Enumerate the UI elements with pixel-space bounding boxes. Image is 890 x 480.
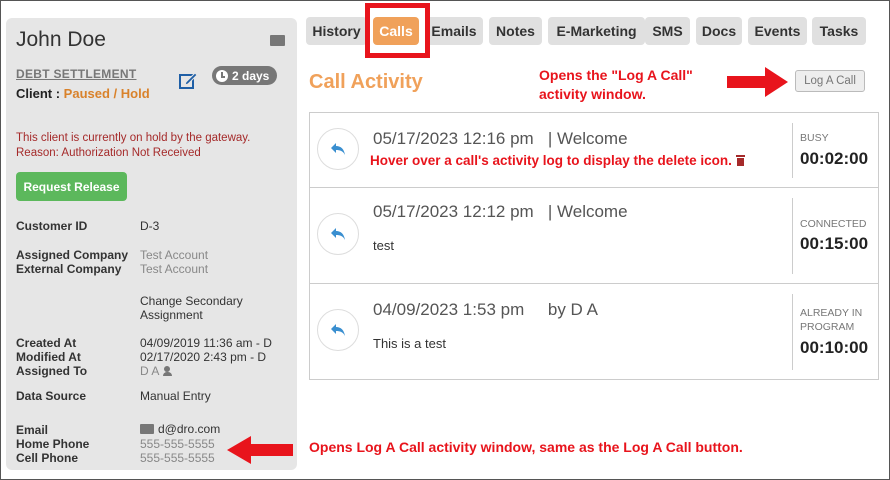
customer-id-label: Customer ID <box>16 219 88 233</box>
call-entry[interactable]: 04/09/2023 1:53 pm by D A This is a test… <box>310 284 878 380</box>
call-datetime: 05/17/2023 12:12 pm <box>373 202 534 221</box>
data-source-value: Manual Entry <box>140 389 211 403</box>
cell-phone-link[interactable]: 555-555-5555 <box>140 451 215 465</box>
client-status-value: Paused / Hold <box>63 86 150 101</box>
reply-icon[interactable] <box>317 213 359 255</box>
modified-at-value: 02/17/2020 2:43 pm - D <box>140 350 267 364</box>
call-duration: 00:10:00 <box>800 338 869 357</box>
annotation-log-call: Opens the "Log A Call" activity window. <box>539 66 693 104</box>
email-text[interactable]: d@dro.com <box>158 422 220 436</box>
client-name: John Doe <box>16 28 106 51</box>
program-link[interactable]: DEBT SETTLEMENT <box>16 67 137 81</box>
edit-icon[interactable] <box>178 70 198 90</box>
call-header: 05/17/2023 12:12 pm | Welcome <box>373 202 628 222</box>
call-subject: | Welcome <box>547 129 628 148</box>
data-source-label: Data Source <box>16 389 87 403</box>
call-header: 05/17/2023 12:16 pm | Welcome <box>373 129 628 149</box>
created-at-label: Created At <box>16 336 77 350</box>
reply-icon[interactable] <box>317 128 359 170</box>
envelope-icon[interactable] <box>270 35 285 46</box>
call-subject: | Welcome <box>547 202 628 221</box>
call-duration: 00:15:00 <box>800 234 869 253</box>
divider <box>792 294 793 370</box>
home-phone-link[interactable]: 555-555-5555 <box>140 437 215 451</box>
annotation-log-call-line2: activity window. <box>539 86 646 102</box>
assigned-to-name: D A <box>140 364 160 378</box>
reply-icon[interactable] <box>317 309 359 351</box>
trash-icon[interactable] <box>735 155 745 166</box>
annotation-phone-note: Opens Log A Call activity window, same a… <box>309 439 743 455</box>
email-label: Email <box>16 423 49 437</box>
tab-sms[interactable]: SMS <box>645 17 690 45</box>
days-badge: 2 days <box>212 66 278 85</box>
call-header: 04/09/2023 1:53 pm by D A <box>373 300 598 320</box>
call-entry[interactable]: 05/17/2023 12:12 pm | Welcome test CONNE… <box>310 188 878 284</box>
assign-user-icon[interactable] <box>163 366 177 376</box>
hold-message-line2: Reason: Authorization Not Received <box>16 147 201 159</box>
annotation-hover-delete-text: Hover over a call's activity log to disp… <box>370 153 732 168</box>
arrow-icon <box>227 436 293 464</box>
tab-emails[interactable]: Emails <box>425 17 483 45</box>
modified-at-label: Modified At <box>16 350 81 364</box>
hold-message: This client is currently on hold by the … <box>16 131 291 161</box>
call-note: This is a test <box>373 336 446 351</box>
days-badge-text: 2 days <box>232 68 270 83</box>
call-subject: by D A <box>547 300 598 319</box>
annotation-log-call-line1: Opens the "Log A Call" <box>539 67 693 83</box>
tab-tasks[interactable]: Tasks <box>812 17 866 45</box>
tab-history[interactable]: History <box>306 17 367 45</box>
client-status: Client : Paused / Hold <box>16 86 150 101</box>
tab-events[interactable]: Events <box>748 17 807 45</box>
arrow-icon <box>727 67 788 97</box>
assigned-to-label: Assigned To <box>16 364 88 378</box>
log-a-call-button[interactable]: Log A Call <box>795 70 865 92</box>
call-note: test <box>373 238 394 253</box>
assigned-to-value: D A <box>140 364 177 378</box>
external-company-label: External Company <box>16 262 122 276</box>
external-company-value: Test Account <box>140 262 209 276</box>
hold-message-line1: This client is currently on hold by the … <box>16 132 251 144</box>
home-phone-label: Home Phone <box>16 437 90 451</box>
assigned-company-label: Assigned Company <box>16 248 129 262</box>
created-at-value: 04/09/2019 11:36 am - D <box>140 336 272 350</box>
annotation-hover-delete: Hover over a call's activity log to disp… <box>370 151 745 170</box>
section-title: Call Activity <box>309 71 423 93</box>
calls-tab-highlight <box>365 3 430 58</box>
cell-phone-label: Cell Phone <box>16 451 79 465</box>
request-release-button[interactable]: Request Release <box>16 172 127 201</box>
call-datetime: 04/09/2023 1:53 pm <box>373 300 525 319</box>
client-sidebar: John Doe DEBT SETTLEMENT Client : Paused… <box>6 18 297 470</box>
email-value: d@dro.com <box>140 422 220 436</box>
call-status: BUSY <box>800 132 829 144</box>
assigned-company-value: Test Account <box>140 248 209 262</box>
divider <box>792 123 793 178</box>
tab-e-marketing[interactable]: E-Marketing <box>548 17 645 45</box>
call-status: ALREADY IN PROGRAM <box>800 307 863 333</box>
tab-docs[interactable]: Docs <box>696 17 742 45</box>
envelope-icon[interactable] <box>140 424 154 434</box>
call-status: CONNECTED <box>800 218 867 230</box>
client-status-label: Client : <box>16 86 64 101</box>
clock-icon <box>216 69 228 82</box>
tab-notes[interactable]: Notes <box>489 17 542 45</box>
call-duration: 00:02:00 <box>800 149 869 168</box>
divider <box>792 198 793 274</box>
change-secondary-assignment-link[interactable]: Change Secondary Assignment <box>140 294 260 322</box>
call-datetime: 05/17/2023 12:16 pm <box>373 129 534 148</box>
customer-id-value: D-3 <box>140 219 160 233</box>
